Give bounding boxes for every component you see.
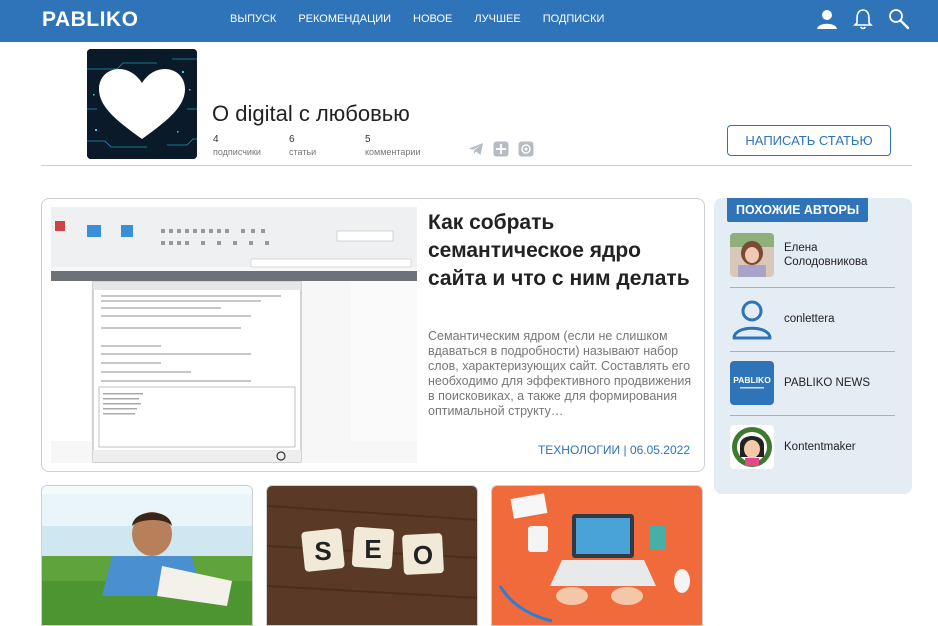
author-item[interactable]: Елена Солодовникова: [730, 231, 895, 279]
stat-value: 5: [365, 134, 371, 145]
user-icon[interactable]: [816, 8, 838, 30]
bell-icon[interactable]: [852, 8, 874, 30]
nav-item-best[interactable]: ЛУЧШЕЕ: [474, 13, 520, 25]
article-card[interactable]: [491, 485, 703, 626]
seo-tiles-photo[interactable]: SEO: [267, 486, 478, 626]
featured-article-meta: ТЕХНОЛОГИИ | 06.05.2022: [538, 443, 690, 457]
featured-article-title[interactable]: Как собрать семантическое ядро сайта и ч…: [428, 209, 698, 293]
author-item[interactable]: PABLIKO PABLIKO NEWS: [730, 359, 895, 407]
author-name[interactable]: PABLIKO NEWS: [784, 359, 899, 407]
stat-label: комментарии: [365, 147, 421, 157]
telegram-icon[interactable]: [468, 141, 484, 157]
pabliko-news-logo[interactable]: PABLIKO: [730, 361, 774, 405]
featured-article-excerpt: Семантическим ядром (если не слишком вда…: [428, 329, 692, 418]
laptop-desk-photo[interactable]: [492, 486, 703, 626]
nav-item-new[interactable]: НОВОЕ: [413, 13, 452, 25]
featured-article-image[interactable]: [51, 207, 417, 463]
share-icons: [468, 141, 534, 157]
nav-item-subscriptions[interactable]: ПОДПИСКИ: [543, 13, 605, 25]
stat-label: статьи: [289, 147, 317, 157]
nav-item-issue[interactable]: ВЫПУСК: [230, 13, 276, 25]
profile-divider: [41, 165, 912, 166]
author-divider: [730, 415, 895, 416]
stat-value: 4: [213, 134, 219, 145]
email-share-icon[interactable]: [518, 141, 534, 157]
write-article-button[interactable]: НАПИСАТЬ СТАТЬЮ: [727, 125, 891, 156]
nav-item-recommendations[interactable]: РЕКОМЕНДАЦИИ: [298, 13, 391, 25]
author-item[interactable]: conlettera: [730, 295, 895, 343]
author-avatar[interactable]: [730, 425, 774, 469]
stat-articles[interactable]: 6 статьи: [289, 134, 316, 158]
default-user-icon[interactable]: [730, 297, 774, 341]
author-avatar[interactable]: [730, 233, 774, 277]
search-icon[interactable]: [888, 8, 910, 30]
similar-authors-panel: ПОХОЖИЕ АВТОРЫ Елена Солодовникова conle…: [714, 198, 912, 494]
stat-value: 6: [289, 134, 295, 145]
svg-text:E: E: [364, 534, 381, 564]
blog-title: О digital с любовью: [212, 101, 410, 126]
main-nav: ВЫПУСК РЕКОМЕНДАЦИИ НОВОЕ ЛУЧШЕЕ ПОДПИСК…: [230, 13, 626, 25]
svg-text:PABLIKO: PABLIKO: [733, 375, 771, 385]
article-card[interactable]: SEO: [266, 485, 478, 626]
svg-text:S: S: [314, 536, 331, 566]
header-icons: [816, 8, 910, 30]
article-date: 06.05.2022: [629, 443, 690, 457]
top-bar: PABLIKO ВЫПУСК РЕКОМЕНДАЦИИ НОВОЕ ЛУЧШЕЕ…: [0, 0, 938, 42]
author-divider: [730, 351, 895, 352]
featured-article-card[interactable]: Как собрать семантическое ядро сайта и ч…: [41, 198, 705, 472]
plus-share-icon[interactable]: [493, 141, 509, 157]
stat-comments[interactable]: 5 комментарии: [365, 134, 420, 158]
article-card[interactable]: [41, 485, 253, 626]
blog-avatar: [87, 49, 197, 159]
stat-label: подписчики: [213, 147, 261, 157]
author-name[interactable]: Елена Солодовникова: [784, 231, 899, 279]
svg-text:O: O: [413, 540, 433, 570]
similar-authors-heading: ПОХОЖИЕ АВТОРЫ: [727, 198, 869, 222]
author-name[interactable]: Kontentmaker: [784, 423, 899, 471]
article-category[interactable]: ТЕХНОЛОГИИ: [538, 443, 620, 457]
author-item[interactable]: Kontentmaker: [730, 423, 895, 471]
author-name[interactable]: conlettera: [784, 295, 899, 343]
stat-subscribers[interactable]: 4 подписчики: [213, 134, 261, 158]
author-divider: [730, 287, 895, 288]
heart-avatar-image: [87, 49, 197, 159]
site-logo[interactable]: PABLIKO: [42, 8, 138, 32]
man-on-grass-photo[interactable]: [42, 486, 253, 626]
